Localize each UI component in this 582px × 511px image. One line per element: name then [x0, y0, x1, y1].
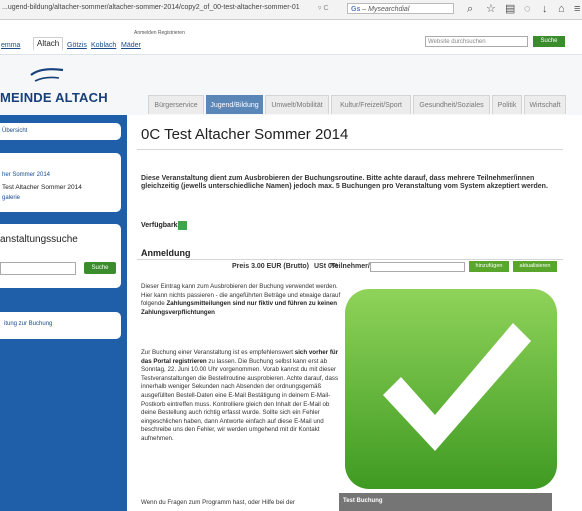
toplink-altach[interactable]: Altach	[33, 37, 64, 50]
site-logo[interactable]: MEINDE ALTACH	[0, 90, 108, 105]
home-icon[interactable]: ⌂	[558, 2, 565, 16]
download-icon[interactable]: ↓	[542, 2, 548, 16]
browser-search-input[interactable]: Gs – Mysearchdial	[347, 3, 454, 14]
sidebar-guide-link[interactable]: itung zur Buchung	[4, 321, 52, 327]
sidebar-menu-box	[0, 153, 121, 212]
logo-swoosh-icon	[30, 68, 64, 82]
nav-jugend-bildung[interactable]: Jugend/Bildung	[206, 95, 263, 114]
paragraph-booking-text-a: Zur Buchung einer Veranstaltung ist es e…	[141, 349, 295, 356]
toplink-koblach[interactable]: Koblach	[91, 42, 116, 49]
shield-icon[interactable]: ◌	[524, 2, 531, 16]
participant-input[interactable]	[370, 262, 465, 272]
sidebar-item-test-sommer-2014[interactable]: Test Altacher Sommer 2014	[2, 184, 82, 191]
price-text: Preis 3.00 EUR (Brutto)	[232, 263, 310, 270]
paragraph-questions: Wenn du Fragen zum Programm hast, oder H…	[141, 499, 295, 506]
image-caption: Test Buchung	[343, 498, 383, 504]
page-title: 0C Test Altacher Sommer 2014	[141, 126, 349, 143]
paragraph-info: Dieser Eintrag kann zum Ausbrobieren der…	[141, 283, 343, 317]
sidebar-search-button[interactable]: Suche	[84, 262, 116, 274]
toplink-goetzis[interactable]: Götzis	[67, 42, 87, 49]
nav-kultur-freizeit-sport[interactable]: Kultur/Freizeit/Sport	[331, 95, 411, 114]
toplink-mader[interactable]: Mäder	[121, 42, 141, 49]
nav-buergerservice[interactable]: Bürgerservice	[148, 95, 204, 114]
registration-divider	[137, 259, 563, 260]
paragraph-info-bold: Zahlungsmitteilungen sind nur fiktiv und…	[141, 300, 337, 316]
nav-umwelt-mobilitaet[interactable]: Umwelt/Mobilität	[265, 95, 329, 114]
checkmark-icon	[345, 289, 557, 489]
nav-wirtschaft[interactable]: Wirtschaft	[524, 95, 566, 114]
nav-gesundheit-soziales[interactable]: Gesundheit/Soziales	[413, 95, 490, 114]
registration-title: Anmeldung	[141, 248, 191, 258]
reload-controls[interactable]: ▿ C	[318, 4, 329, 12]
sidebar-item-galerie[interactable]: galerie	[2, 195, 20, 201]
title-divider	[137, 149, 563, 150]
star-icon[interactable]: ☆	[486, 2, 496, 16]
paragraph-booking: Zur Buchung einer Veranstaltung ist es e…	[141, 349, 343, 444]
add-participant-button[interactable]: hinzufügen	[469, 261, 509, 272]
search-icon[interactable]: ⌕	[467, 2, 473, 16]
account-links[interactable]: Anmelden Registrieren	[134, 30, 185, 36]
availability-indicator	[178, 221, 187, 230]
clipboard-icon[interactable]: ▤	[505, 2, 515, 16]
browser-search-prefix: Gs	[351, 6, 361, 13]
url-field[interactable]: ...ugend-bildung/altacher-sommer/altache…	[2, 4, 300, 11]
sidebar-overview-link[interactable]: Übersicht	[2, 128, 27, 134]
update-button[interactable]: aktualisieren	[513, 261, 557, 272]
site-search-input[interactable]: Website durchsuchen	[425, 36, 528, 47]
nav-politik[interactable]: Politik	[492, 95, 522, 114]
sidebar-search-input[interactable]	[0, 262, 76, 275]
paragraph-booking-text-c: zu lassen. Die Buchung selbst kann erst …	[141, 357, 339, 442]
intro-text: Diese Veranstaltung dient zum Ausbrobier…	[141, 175, 548, 190]
site-search-button[interactable]: Suche	[533, 36, 565, 47]
browser-search-placeholder: Mysearchdial	[368, 6, 410, 13]
toplink-partial[interactable]: emma	[1, 42, 20, 49]
sidebar-item-sommer-2014[interactable]: her Sommer 2014	[2, 172, 50, 178]
menu-icon[interactable]: ≡	[574, 2, 580, 16]
sidebar-search-title: anstaltungssuche	[0, 234, 78, 245]
